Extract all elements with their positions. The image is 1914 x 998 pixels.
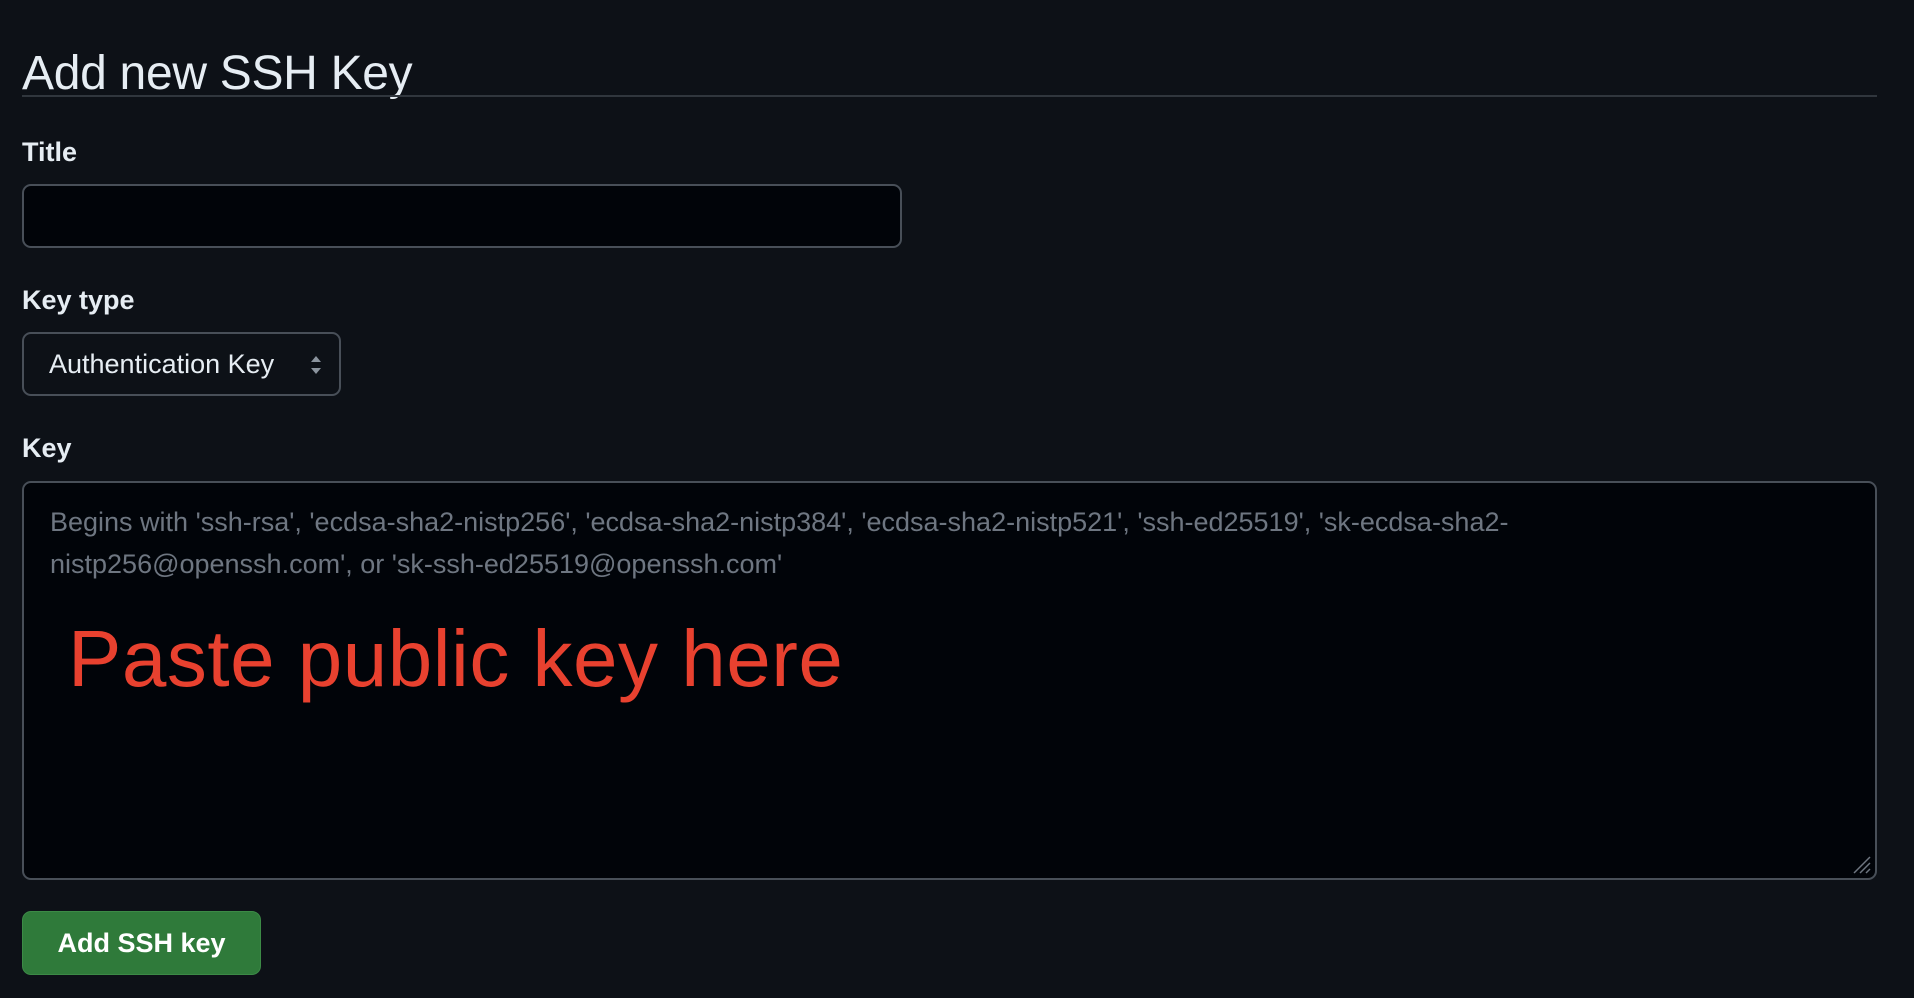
key-textarea[interactable]: Begins with 'ssh-rsa', 'ecdsa-sha2-nistp…	[22, 481, 1877, 880]
page-title: Add new SSH Key	[22, 47, 413, 101]
key-placeholder: Begins with 'ssh-rsa', 'ecdsa-sha2-nistp…	[50, 507, 1509, 579]
up-down-caret-icon	[311, 356, 321, 374]
title-label: Title	[22, 137, 78, 167]
add-ssh-key-button[interactable]: Add SSH key	[22, 911, 261, 975]
header-divider	[22, 95, 1877, 97]
key-type-selected-value: Authentication Key	[49, 348, 275, 379]
key-type-label: Key type	[22, 285, 135, 315]
key-type-select[interactable]: Authentication Key	[22, 332, 341, 396]
key-label: Key	[22, 433, 72, 463]
title-input[interactable]	[22, 184, 902, 248]
paste-key-annotation: Paste public key here	[68, 614, 844, 703]
resize-handle-icon[interactable]	[1850, 853, 1872, 875]
